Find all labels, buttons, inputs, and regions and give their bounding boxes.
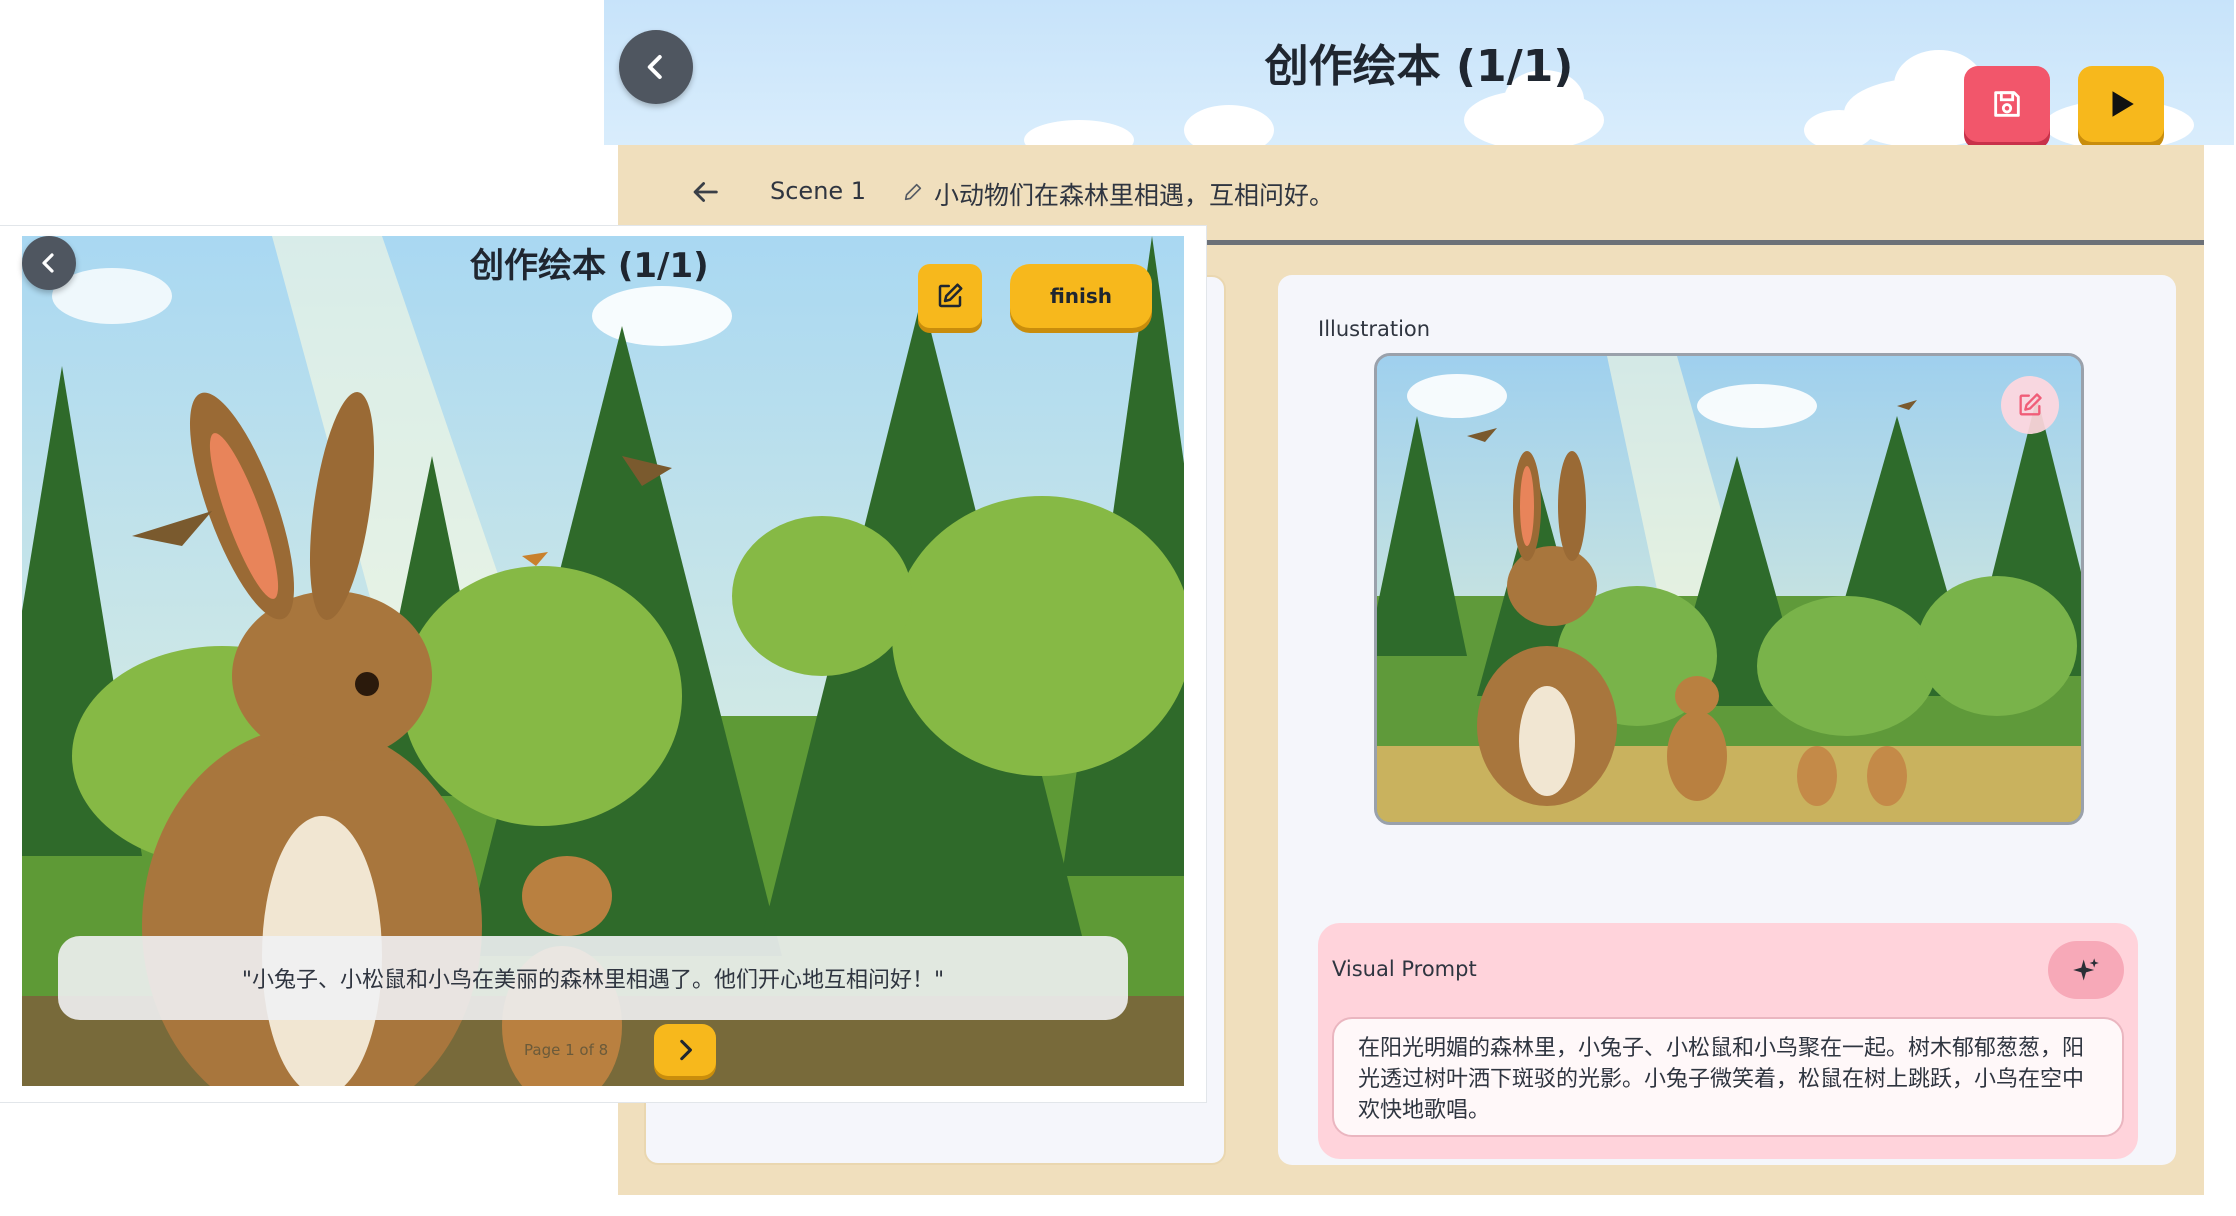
- edit-illustration-button[interactable]: [2001, 376, 2059, 434]
- story-caption: "小兔子、小松鼠和小鸟在美丽的森林里相遇了。他们开心地互相问好！": [58, 936, 1128, 1020]
- edit-icon: [2019, 393, 2042, 416]
- player-window: 创作绘本 (1/1) finish "小兔子、小松鼠和小鸟在美丽的森林里相遇了。…: [0, 226, 1206, 1102]
- scene-description[interactable]: 小动物们在森林里相遇，互相问好。: [934, 176, 1334, 212]
- chevron-left-icon: [42, 253, 54, 273]
- chevron-right-icon: [680, 1039, 692, 1061]
- illustration-card: Illustration Visual Prompt 在阳光明媚的森林里，小兔子…: [1278, 275, 2176, 1165]
- pencil-icon[interactable]: [902, 181, 924, 203]
- arrow-left-icon[interactable]: [688, 175, 722, 209]
- forest-illustration: [1377, 356, 2081, 822]
- scene-label: Scene 1: [770, 177, 867, 205]
- generate-button[interactable]: [2048, 941, 2124, 999]
- page-indicator: Page 1 of 8: [524, 1041, 609, 1059]
- visual-prompt-textarea[interactable]: 在阳光明媚的森林里，小兔子、小松鼠和小鸟聚在一起。树木郁郁葱葱，阳光透过树叶洒下…: [1332, 1017, 2124, 1137]
- illustration-label: Illustration: [1318, 317, 1431, 341]
- visual-prompt-label: Visual Prompt: [1332, 957, 1477, 981]
- save-icon: [1994, 91, 2020, 117]
- sparkle-icon: [2073, 958, 2099, 981]
- play-button[interactable]: [2078, 66, 2164, 142]
- finish-button[interactable]: finish: [1010, 264, 1152, 328]
- visual-prompt-panel: Visual Prompt 在阳光明媚的森林里，小兔子、小松鼠和小鸟聚在一起。树…: [1318, 923, 2138, 1159]
- save-button[interactable]: [1964, 66, 2050, 142]
- play-icon: [2112, 91, 2134, 117]
- illustration-image[interactable]: [1374, 353, 2084, 825]
- player-title: 创作绘本 (1/1): [470, 246, 709, 286]
- edit-button[interactable]: [918, 264, 982, 328]
- next-page-button[interactable]: [654, 1024, 716, 1076]
- player-back-button[interactable]: [22, 236, 76, 290]
- edit-icon: [938, 283, 963, 308]
